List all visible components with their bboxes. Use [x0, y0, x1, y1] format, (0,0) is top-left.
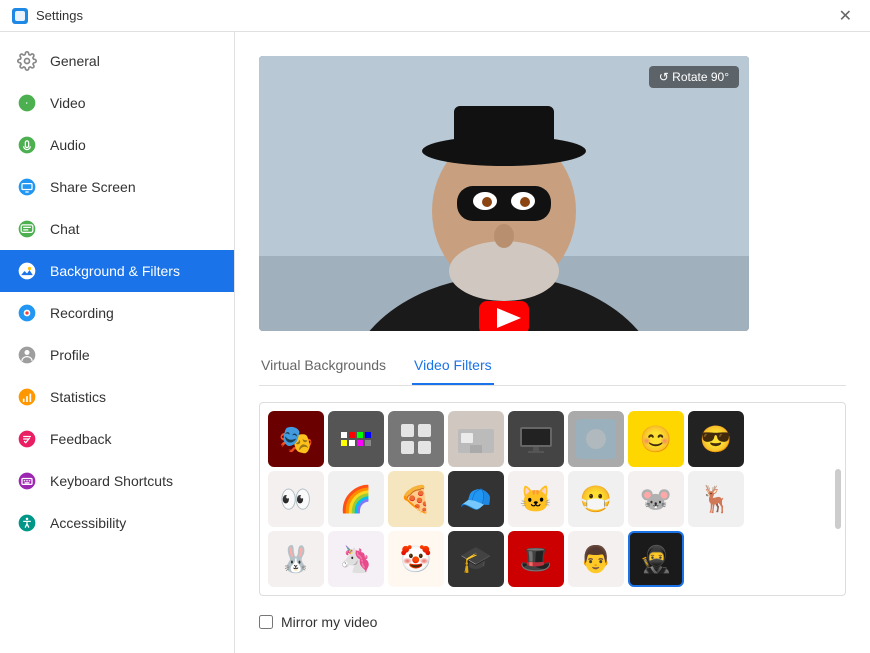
filter-cat[interactable]: 🐱 [508, 471, 564, 527]
scroll-indicator [835, 469, 841, 529]
filter-emoji[interactable]: 😊 [628, 411, 684, 467]
mirror-label[interactable]: Mirror my video [281, 614, 377, 630]
filter-beret[interactable]: 🎩 [508, 531, 564, 587]
sidebar-label-video: Video [50, 95, 86, 111]
filter-cap[interactable]: 🧢 [448, 471, 504, 527]
sidebar-label-accessibility: Accessibility [50, 515, 126, 531]
mirror-row: Mirror my video [259, 614, 846, 630]
filter-medmask[interactable]: 😷 [568, 471, 624, 527]
filter-eyes[interactable]: 👀 [268, 471, 324, 527]
sidebar-item-share-screen[interactable]: Share Screen [0, 166, 234, 208]
sidebar-label-general: General [50, 53, 100, 69]
title-bar-left: Settings [12, 8, 83, 24]
chat-icon [16, 218, 38, 240]
filter-grid: 🎭 😊 [268, 411, 837, 587]
close-button[interactable]: ✕ [833, 4, 858, 28]
filter-bandit[interactable]: 🥷 Bandit [628, 531, 684, 587]
gear-icon [16, 50, 38, 72]
sidebar-item-statistics[interactable]: Statistics [0, 376, 234, 418]
filter-tv[interactable] [328, 411, 384, 467]
sidebar-label-chat: Chat [50, 221, 80, 237]
filter-deer[interactable]: 🦌 [688, 471, 744, 527]
profile-icon [16, 344, 38, 366]
recording-icon [16, 302, 38, 324]
content-area: ↺ Rotate 90° Virtual Backgrounds Video F… [235, 32, 870, 653]
filter-office[interactable] [448, 411, 504, 467]
sidebar-item-accessibility[interactable]: Accessibility [0, 502, 234, 544]
sidebar-item-video[interactable]: Video [0, 82, 234, 124]
sidebar-label-keyboard-shortcuts: Keyboard Shortcuts [50, 473, 173, 489]
sidebar-label-profile: Profile [50, 347, 90, 363]
keyboard-icon [16, 470, 38, 492]
sidebar-item-feedback[interactable]: Feedback [0, 418, 234, 460]
filter-grid[interactable] [388, 411, 444, 467]
filter-mustache[interactable]: 👨 [568, 531, 624, 587]
filter-blur[interactable] [568, 411, 624, 467]
tabs-row: Virtual Backgrounds Video Filters [259, 351, 846, 386]
window-title: Settings [36, 8, 83, 23]
sidebar-item-keyboard-shortcuts[interactable]: Keyboard Shortcuts [0, 460, 234, 502]
tab-video-filters[interactable]: Video Filters [412, 351, 494, 385]
filter-pizza[interactable]: 🍕 [388, 471, 444, 527]
sidebar-label-recording: Recording [50, 305, 114, 321]
feedback-icon [16, 428, 38, 450]
filter-bunny[interactable]: 🐰 [268, 531, 324, 587]
app-icon [12, 8, 28, 24]
video-preview: ↺ Rotate 90° [259, 56, 749, 331]
filter-cinema[interactable]: 🎭 [268, 411, 324, 467]
share-screen-icon [16, 176, 38, 198]
sidebar-label-audio: Audio [50, 137, 86, 153]
filter-rainbow[interactable]: 🌈 [328, 471, 384, 527]
filter-mouse[interactable]: 🐭 [628, 471, 684, 527]
sidebar-label-background-filters: Background & Filters [50, 263, 180, 279]
main-layout: General Video Audio Share Screen [0, 32, 870, 653]
sidebar-item-chat[interactable]: Chat [0, 208, 234, 250]
audio-icon [16, 134, 38, 156]
accessibility-icon [16, 512, 38, 534]
mirror-checkbox[interactable] [259, 615, 273, 629]
sidebar-label-statistics: Statistics [50, 389, 106, 405]
tab-virtual-backgrounds[interactable]: Virtual Backgrounds [259, 351, 388, 385]
filter-scroll-wrapper: 🎭 😊 [259, 402, 846, 596]
filter-clown[interactable]: 🤡 [388, 531, 444, 587]
sidebar-item-profile[interactable]: Profile [0, 334, 234, 376]
sidebar-item-general[interactable]: General [0, 40, 234, 82]
statistics-icon [16, 386, 38, 408]
filter-graduation[interactable]: 🎓 [448, 531, 504, 587]
filter-monitor[interactable] [508, 411, 564, 467]
sidebar-label-share-screen: Share Screen [50, 179, 136, 195]
background-icon [16, 260, 38, 282]
sidebar-item-audio[interactable]: Audio [0, 124, 234, 166]
filter-unicorn[interactable]: 🦄 [328, 531, 384, 587]
sidebar-item-background-filters[interactable]: Background & Filters [0, 250, 234, 292]
video-background: ↺ Rotate 90° [259, 56, 749, 331]
sidebar-label-feedback: Feedback [50, 431, 111, 447]
sidebar: General Video Audio Share Screen [0, 32, 235, 653]
title-bar: Settings ✕ [0, 0, 870, 32]
sidebar-item-recording[interactable]: Recording [0, 292, 234, 334]
filter-cool[interactable]: 😎 [688, 411, 744, 467]
video-icon [16, 92, 38, 114]
rotate-button[interactable]: ↺ Rotate 90° [649, 66, 739, 88]
